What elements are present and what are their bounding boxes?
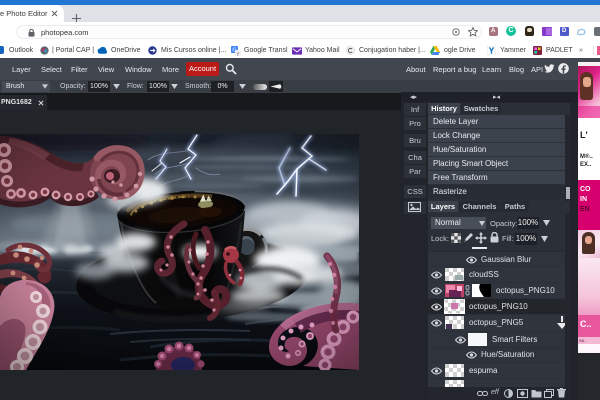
svg-text:y: y — [237, 51, 240, 56]
